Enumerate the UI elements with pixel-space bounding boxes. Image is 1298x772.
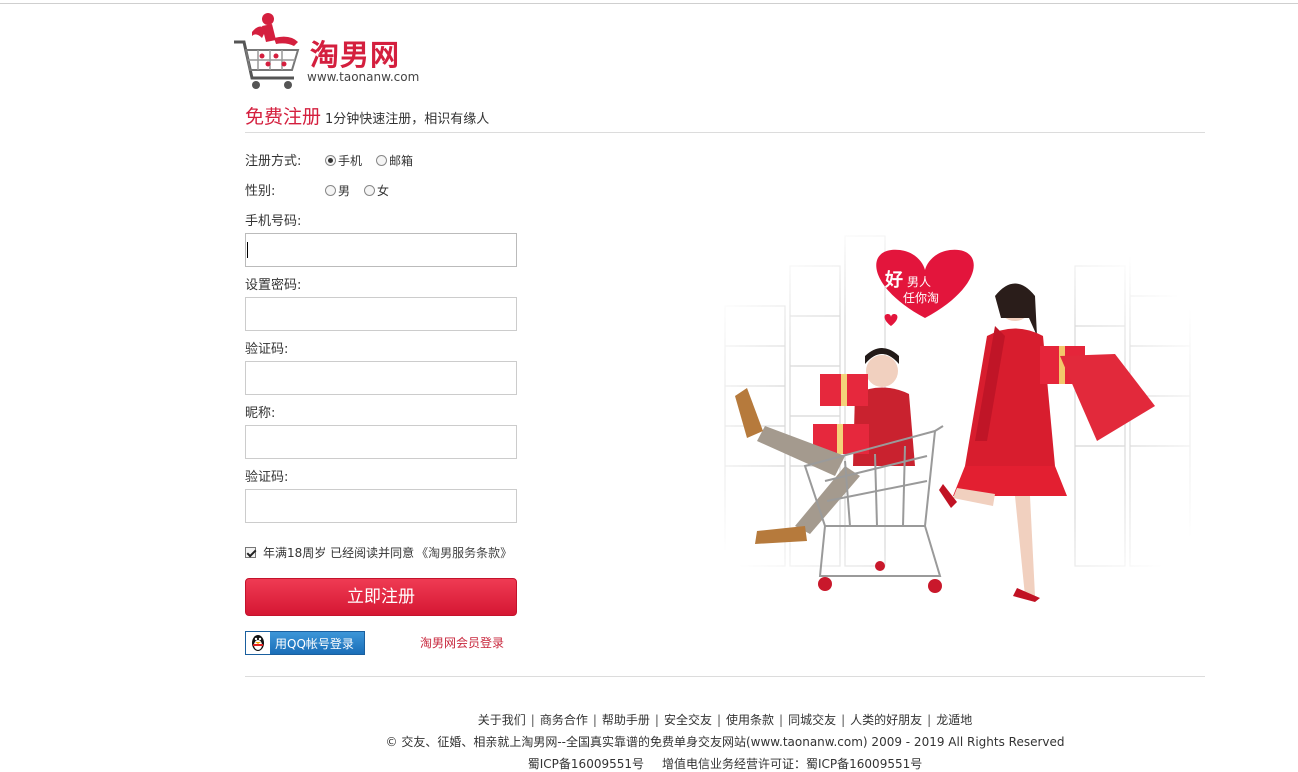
captcha-label-1: 验证码:: [245, 342, 289, 357]
header-divider: [245, 132, 1205, 133]
icp-license[interactable]: 增值电信业务经营许可证：蜀ICP备16009551号: [662, 757, 922, 771]
gender-radio-group: 男 女: [325, 182, 403, 199]
method-option-phone[interactable]: 手机: [325, 152, 362, 169]
footer-link-friends[interactable]: 人类的好朋友: [850, 713, 922, 727]
radio-phone[interactable]: [325, 155, 336, 166]
footer-separator: |: [530, 713, 535, 727]
icp-info: 蜀ICP备16009551号 增值电信业务经营许可证：蜀ICP备16009551号: [0, 755, 1298, 772]
gender-label: 性别:: [245, 184, 276, 199]
qq-login-label: 用QQ帐号登录: [275, 636, 354, 651]
method-option-email-label: 邮箱: [389, 154, 414, 168]
icp-record[interactable]: 蜀ICP备16009551号: [528, 757, 644, 771]
footer-link-safety[interactable]: 安全交友: [664, 713, 712, 727]
radio-email[interactable]: [376, 155, 388, 166]
gender-option-female[interactable]: 女: [364, 182, 389, 199]
footer-divider: [245, 676, 1205, 677]
method-label: 注册方式:: [245, 154, 302, 169]
register-subtitle: 1分钟快速注册，相识有缘人: [325, 112, 490, 127]
nickname-input[interactable]: [245, 425, 517, 459]
footer-separator: |: [592, 713, 597, 727]
agreement-row: 年满18周岁 已经阅读并同意 《淘男服务条款》: [245, 544, 512, 561]
text-caret: [247, 242, 248, 258]
brand-name: 淘男网: [310, 38, 401, 72]
footer-separator: |: [654, 713, 659, 727]
footer-link-business[interactable]: 商务合作: [540, 713, 588, 727]
qq-penguin-icon: [246, 632, 270, 654]
qq-login-button[interactable]: 用QQ帐号登录: [245, 631, 365, 655]
password-input[interactable]: [245, 297, 517, 331]
brand-url: www.taonanw.com: [307, 70, 420, 84]
footer-link-about[interactable]: 关于我们: [478, 713, 526, 727]
footer-link-local[interactable]: 同城交友: [788, 713, 836, 727]
gender-option-male-label: 男: [338, 184, 351, 198]
register-button[interactable]: 立即注册: [245, 578, 517, 616]
register-heading: 免费注册 1分钟快速注册，相识有缘人: [245, 102, 489, 129]
footer-separator: |: [716, 713, 722, 727]
member-login-link[interactable]: 淘男网会员登录: [420, 634, 504, 651]
phone-label: 手机号码:: [245, 214, 302, 229]
heart-text-line1: 男人: [907, 275, 931, 289]
radio-male[interactable]: [325, 185, 336, 196]
gender-option-male[interactable]: 男: [325, 182, 350, 199]
heart-text-big: 好: [884, 269, 903, 291]
radio-female[interactable]: [364, 185, 376, 196]
footer-separator: |: [779, 713, 784, 727]
site-logo[interactable]: 淘男网 www.taonanw.com: [232, 12, 432, 92]
captcha-input-2[interactable]: [245, 489, 517, 523]
captcha-input-1[interactable]: [245, 361, 517, 395]
agree-checkbox[interactable]: [245, 547, 256, 558]
agree-text: 年满18周岁 已经阅读并同意: [263, 546, 415, 560]
footer-separator: |: [927, 713, 932, 727]
footer-link-help[interactable]: 帮助手册: [602, 713, 650, 727]
footer-separator: |: [841, 713, 846, 727]
captcha-label-2: 验证码:: [245, 470, 289, 485]
top-divider: [0, 3, 1298, 4]
footer-links: 关于我们 | 商务合作 | 帮助手册 | 安全交友 | 使用条款 | 同城交友 | 人类的好朋友 | 龙遁地: [0, 711, 1298, 728]
shopping-cart-logo-icon: [234, 13, 300, 89]
method-option-email[interactable]: 邮箱: [376, 152, 413, 169]
method-radio-group: 手机 邮箱: [325, 152, 427, 169]
footer-link-terms[interactable]: 使用条款: [726, 713, 774, 727]
method-option-phone-label: 手机: [338, 154, 363, 168]
password-label: 设置密码:: [245, 278, 302, 293]
terms-link[interactable]: 《淘男服务条款》: [416, 544, 512, 561]
footer-link-longdundi[interactable]: 龙遁地: [936, 713, 972, 727]
heart-text-line2: 任你淘: [903, 291, 939, 305]
gender-option-female-label: 女: [377, 184, 390, 198]
hero-couple-illustration: 好 男人 任你淘: [695, 226, 1207, 620]
register-title: 免费注册: [245, 106, 322, 128]
copyright-text: © 交友、征婚、相亲就上淘男网--全国真实靠谱的免费单身交友网站(www.tao…: [385, 735, 1065, 749]
phone-input[interactable]: [245, 233, 517, 267]
nickname-label: 昵称:: [245, 406, 276, 421]
